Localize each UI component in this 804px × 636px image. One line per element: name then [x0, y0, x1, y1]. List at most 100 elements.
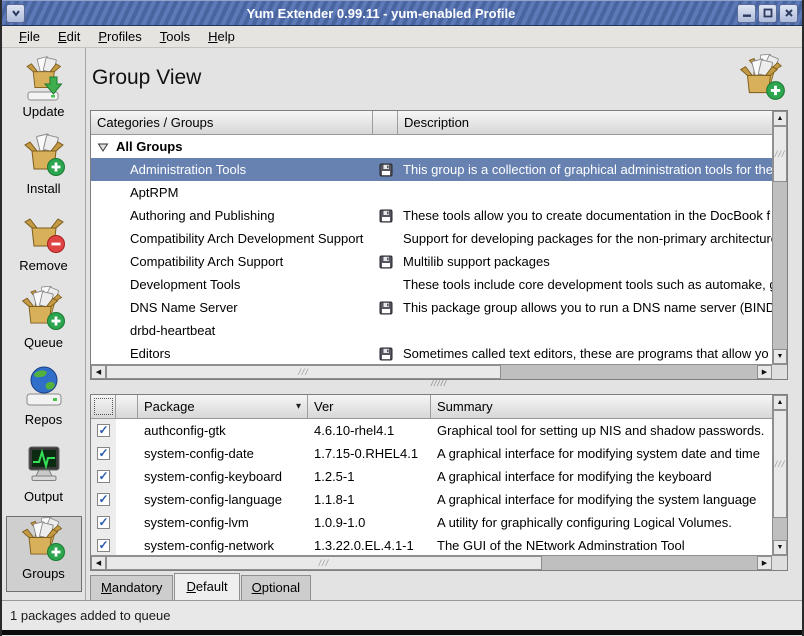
group-row[interactable]: drbd-heartbeat: [91, 319, 772, 342]
group-name: Compatibility Arch Support: [91, 254, 373, 269]
column-description[interactable]: Description: [398, 111, 772, 134]
sidebar-item-label: Remove: [19, 258, 67, 273]
check-icon: ✓: [98, 539, 108, 551]
tab-bar: MandatoryDefaultOptional: [90, 573, 788, 600]
column-categories-groups[interactable]: Categories / Groups: [91, 111, 373, 134]
package-row[interactable]: ✓ authconfig-gtk 4.6.10-rhel4.1 Graphica…: [91, 419, 772, 442]
scroll-left-icon[interactable]: ◀: [91, 365, 106, 379]
menu-file[interactable]: File: [10, 27, 49, 46]
sidebar-item-repos[interactable]: Repos: [6, 362, 82, 438]
group-name: Compatibility Arch Development Support: [91, 231, 373, 246]
group-row[interactable]: Authoring and Publishing These tools all…: [91, 204, 772, 227]
group-tree-vscrollbar[interactable]: ▲ /// ▼: [772, 111, 787, 364]
sidebar-item-queue[interactable]: Queue: [6, 285, 82, 361]
sidebar-item-groups[interactable]: Groups: [6, 516, 82, 592]
package-checkbox[interactable]: ✓: [91, 511, 116, 534]
package-row[interactable]: ✓ system-config-language 1.1.8-1 A graph…: [91, 488, 772, 511]
group-description: Multilib support packages: [398, 254, 772, 269]
package-name: system-config-keyboard: [138, 469, 308, 484]
scroll-down-icon[interactable]: ▼: [773, 540, 787, 555]
group-row[interactable]: DNS Name Server This package group allow…: [91, 296, 772, 319]
group-row[interactable]: Administration Tools This group is a col…: [91, 158, 772, 181]
tab-optional[interactable]: Optional: [241, 575, 311, 600]
check-icon: ✓: [98, 447, 108, 459]
package-checkbox[interactable]: ✓: [91, 465, 116, 488]
tab-mandatory[interactable]: Mandatory: [90, 575, 173, 600]
column-status[interactable]: [116, 395, 138, 418]
window-menu-button[interactable]: [6, 4, 25, 23]
sidebar-item-output[interactable]: Output: [6, 439, 82, 515]
floppy-icon: [373, 255, 398, 269]
package-summary: A utility for graphically configuring Lo…: [431, 515, 772, 530]
group-name: Development Tools: [91, 277, 373, 292]
menu-help[interactable]: Help: [199, 27, 244, 46]
scroll-thumb[interactable]: ///: [773, 126, 787, 182]
sidebar-item-label: Queue: [24, 335, 63, 350]
menu-tools[interactable]: Tools: [151, 27, 199, 46]
package-name: system-config-date: [138, 446, 308, 461]
package-table-hscrollbar[interactable]: ◀ /// ▶: [91, 555, 772, 570]
sidebar-item-install[interactable]: Install: [6, 131, 82, 207]
scroll-thumb[interactable]: ///: [106, 556, 542, 570]
sidebar-item-update[interactable]: Update: [6, 54, 82, 130]
sort-arrow-icon: ▾: [296, 401, 301, 412]
package-row[interactable]: ✓ system-config-keyboard 1.2.5-1 A graph…: [91, 465, 772, 488]
floppy-icon: [373, 163, 398, 177]
install-icon: [20, 132, 68, 180]
column-ver[interactable]: Ver: [308, 395, 431, 418]
close-button[interactable]: [779, 4, 798, 23]
scroll-right-icon[interactable]: ▶: [757, 365, 772, 379]
scroll-right-icon[interactable]: ▶: [757, 556, 772, 570]
group-row[interactable]: Compatibility Arch Development Support S…: [91, 227, 772, 250]
menu-profiles[interactable]: Profiles: [89, 27, 150, 46]
sidebar-item-remove[interactable]: Remove: [6, 208, 82, 284]
pane-splitter[interactable]: /////: [90, 380, 788, 387]
package-row[interactable]: ✓ system-config-lvm 1.0.9-1.0 A utility …: [91, 511, 772, 534]
package-row[interactable]: ✓ system-config-date 1.7.15-0.RHEL4.1 A …: [91, 442, 772, 465]
package-checkbox[interactable]: ✓: [91, 534, 116, 555]
package-table-header[interactable]: Package ▾ Ver Summary: [91, 395, 772, 419]
group-row[interactable]: Development Tools These tools include co…: [91, 273, 772, 296]
package-table-body: ✓ authconfig-gtk 4.6.10-rhel4.1 Graphica…: [91, 419, 772, 555]
main-panel: Group View Categories / Groups Descripti…: [86, 48, 802, 600]
column-package[interactable]: Package ▾: [138, 395, 308, 418]
minimize-button[interactable]: [737, 4, 756, 23]
scroll-up-icon[interactable]: ▲: [773, 395, 787, 410]
menu-edit[interactable]: Edit: [49, 27, 89, 46]
package-row[interactable]: ✓ system-config-network 1.3.22.0.EL.4.1-…: [91, 534, 772, 555]
maximize-button[interactable]: [758, 4, 777, 23]
group-row[interactable]: AptRPM: [91, 181, 772, 204]
group-row[interactable]: Compatibility Arch Support Multilib supp…: [91, 250, 772, 273]
group-name: DNS Name Server: [91, 300, 373, 315]
sidebar-item-label: Output: [24, 489, 63, 504]
column-check[interactable]: [91, 395, 116, 418]
window-bottom-edge: [2, 630, 802, 635]
group-row-root[interactable]: All Groups: [91, 135, 772, 158]
package-table-vscrollbar[interactable]: ▲ /// ▼: [772, 395, 787, 555]
content: Update Install Remove Queue Repos Output…: [2, 48, 802, 600]
tab-default[interactable]: Default: [174, 573, 239, 600]
group-tree-header[interactable]: Categories / Groups Description: [91, 111, 772, 135]
column-icon[interactable]: [373, 111, 398, 134]
scroll-thumb[interactable]: ///: [773, 410, 787, 518]
scroll-up-icon[interactable]: ▲: [773, 111, 787, 126]
group-description: Sometimes called text editors, these are…: [398, 346, 772, 361]
menu-bar: FileEditProfilesToolsHelp: [2, 26, 802, 48]
scroll-left-icon[interactable]: ◀: [91, 556, 106, 570]
scroll-down-icon[interactable]: ▼: [773, 349, 787, 364]
groups-icon: [738, 54, 788, 104]
group-tree-hscrollbar[interactable]: ◀ /// ▶: [91, 364, 772, 379]
group-row[interactable]: Editors Sometimes called text editors, t…: [91, 342, 772, 364]
column-summary[interactable]: Summary: [431, 395, 772, 418]
package-checkbox[interactable]: ✓: [91, 488, 116, 511]
package-checkbox[interactable]: ✓: [91, 419, 116, 442]
group-name: Authoring and Publishing: [91, 208, 373, 223]
expander-icon[interactable]: [97, 141, 109, 153]
groups-icon: [20, 517, 68, 565]
package-checkbox[interactable]: ✓: [91, 442, 116, 465]
titlebar[interactable]: Yum Extender 0.99.11 - yum-enabled Profi…: [2, 0, 802, 26]
scroll-thumb[interactable]: ///: [106, 365, 501, 379]
check-icon: ✓: [98, 516, 108, 528]
package-name: system-config-network: [138, 538, 308, 553]
queue-icon: [20, 286, 68, 334]
